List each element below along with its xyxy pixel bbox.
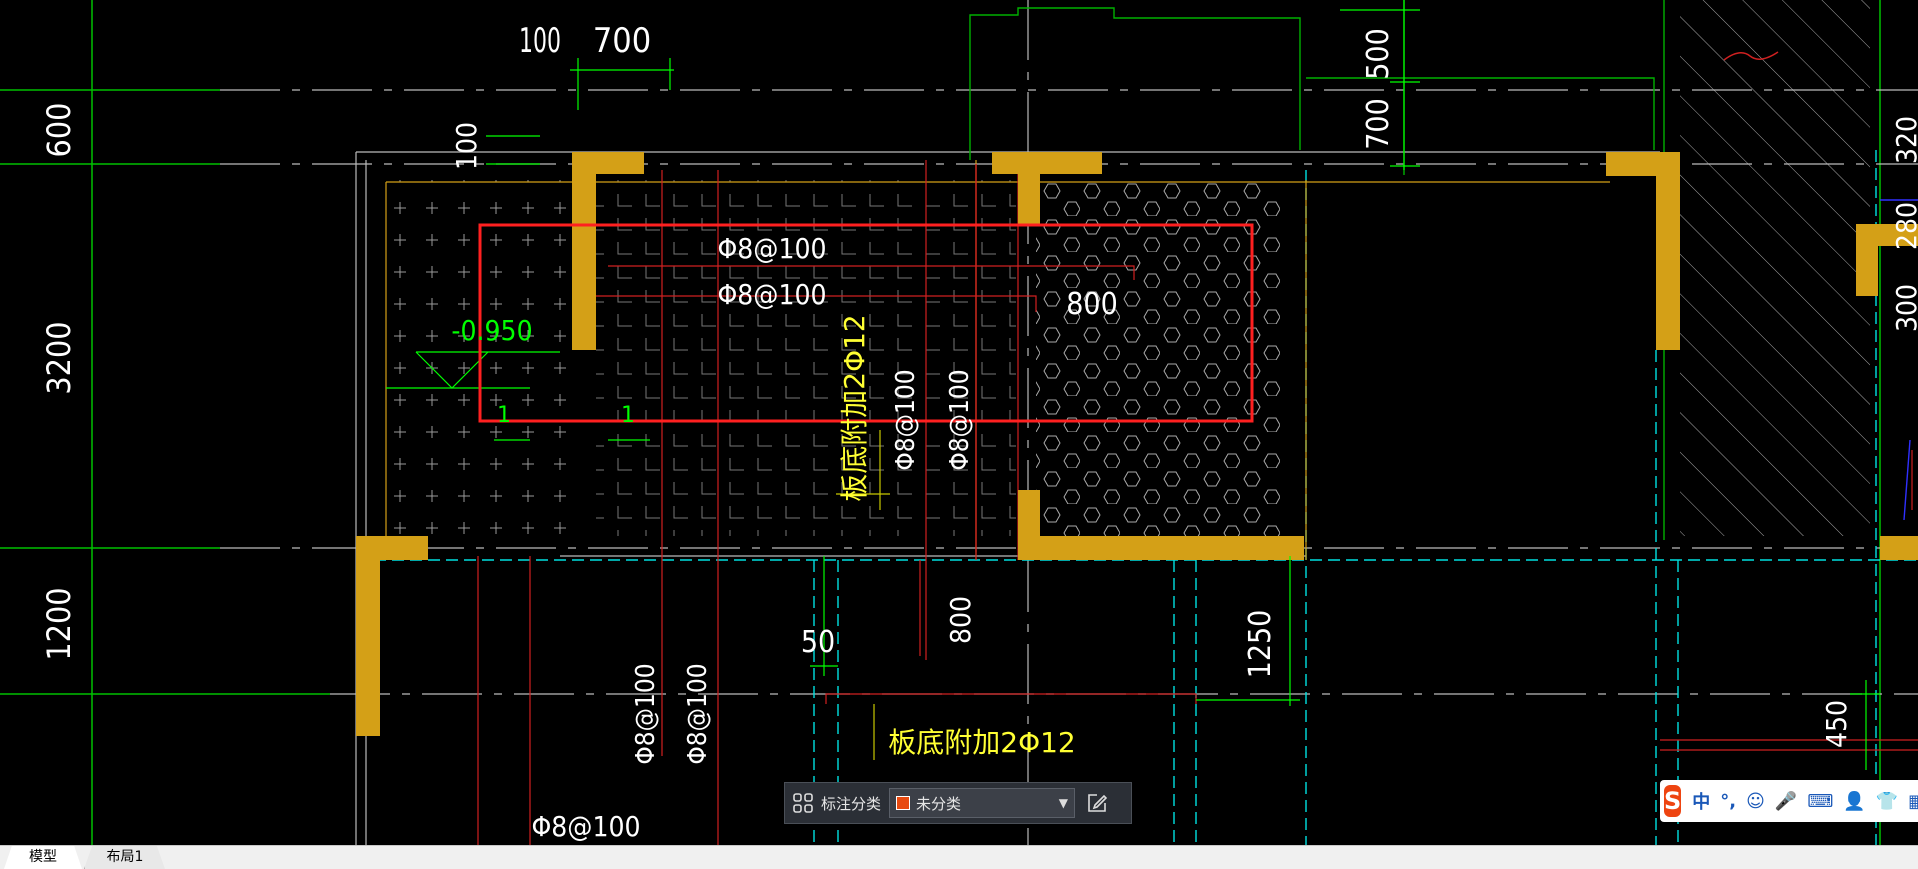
- dim-100-top: 100: [519, 21, 561, 60]
- rebar-bottom-v1: Φ8@100: [631, 663, 661, 764]
- dim-300-edge: 300: [1890, 284, 1918, 332]
- dim-450: 450: [1820, 700, 1853, 748]
- wall-segment: [356, 536, 380, 736]
- slope-label-2: 1: [621, 403, 635, 428]
- annotation-toolbar: 标注分类 未分类 ▼: [784, 782, 1132, 824]
- keyboard-icon[interactable]: ⌨: [1807, 791, 1833, 812]
- wall-segment: [1880, 536, 1918, 560]
- tab-layout1[interactable]: 布局1: [84, 846, 165, 869]
- annotation-category-label: 标注分类: [821, 794, 882, 813]
- category-selected-value: 未分类: [916, 794, 962, 813]
- chevron-down-icon[interactable]: ▼: [1059, 796, 1068, 810]
- dim-600-left: 600: [40, 103, 78, 158]
- dim-1250: 1250: [1243, 610, 1278, 679]
- dim-50: 50: [801, 625, 835, 660]
- wall-segment: [572, 152, 596, 350]
- grid-4-icon[interactable]: [785, 783, 821, 823]
- annotation-category-select[interactable]: 未分类 ▼: [889, 788, 1076, 818]
- layout-tab-bar: 模型 布局1: [0, 845, 1918, 869]
- ime-item-chinese[interactable]: 中: [1692, 788, 1710, 814]
- wall-segment: [1018, 536, 1304, 560]
- user-icon[interactable]: 👤: [1843, 791, 1865, 812]
- dim-320-edge: 320: [1890, 116, 1918, 164]
- rebar-add-bottom: 板底附加2Φ12: [888, 726, 1075, 759]
- dim-700-right: 700: [1361, 98, 1396, 150]
- dim-700-top: 700: [593, 21, 651, 61]
- dim-500-right: 500: [1361, 28, 1396, 80]
- dim-800-mid: 800: [1066, 287, 1118, 322]
- slope-label: 1: [497, 403, 511, 428]
- toolbox-icon[interactable]: ▦: [1908, 791, 1918, 812]
- elevation-label: -0.950: [451, 314, 532, 347]
- dim-800-vert: 800: [944, 596, 977, 644]
- wall-segment: [992, 152, 1102, 174]
- skin-icon[interactable]: 👕: [1876, 791, 1898, 812]
- ime-logo-icon[interactable]: S: [1664, 785, 1682, 817]
- dim-1200-left: 1200: [40, 587, 78, 660]
- ime-item-punctuation[interactable]: °,: [1720, 791, 1736, 812]
- wall-segment: [1656, 152, 1680, 350]
- hatch-hex-region: [1036, 180, 1282, 536]
- rebar-top1: Φ8@100: [717, 232, 826, 265]
- ime-toolbar: S 中 °, ☺ 🎤 ⌨ 👤 👕 ▦: [1660, 780, 1918, 822]
- hatch-diagonal-region: [1680, 0, 1870, 536]
- rebar-add-vert: 板底附加2Φ12: [838, 314, 871, 501]
- rebar-vert1: Φ8@100: [891, 369, 921, 470]
- tab-model[interactable]: 模型: [4, 846, 82, 869]
- emoji-icon[interactable]: ☺: [1746, 791, 1765, 812]
- dim-280-edge: 280: [1890, 202, 1918, 250]
- dim-3200-left: 3200: [40, 321, 78, 394]
- dim-100-small: 100: [450, 122, 483, 170]
- cad-drawing-canvas[interactable]: 100 700 Φ8@100 Φ8@100 800 Φ8@100 600 320…: [0, 0, 1918, 845]
- rebar-bottom-v2: Φ8@100: [683, 663, 713, 764]
- rebar-bottom-h: Φ8@100: [531, 810, 640, 843]
- rebar-top2: Φ8@100: [717, 278, 826, 311]
- rebar-vert2: Φ8@100: [945, 369, 975, 470]
- microphone-icon[interactable]: 🎤: [1775, 791, 1797, 812]
- category-color-swatch: [896, 796, 911, 810]
- wall-segment: [1018, 152, 1040, 224]
- edit-icon[interactable]: [1079, 783, 1115, 823]
